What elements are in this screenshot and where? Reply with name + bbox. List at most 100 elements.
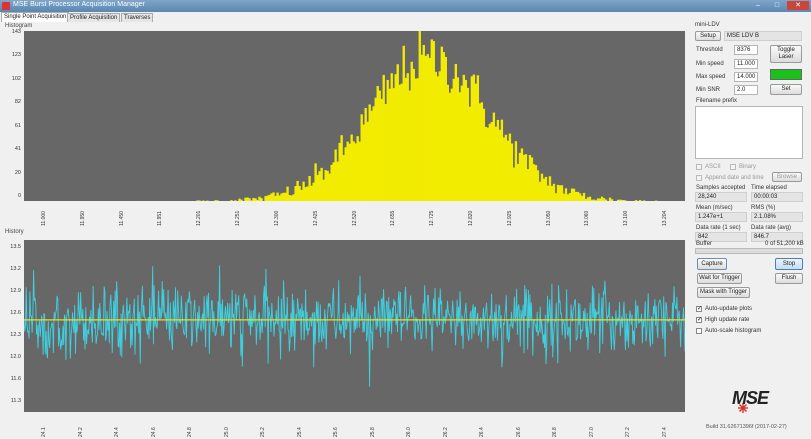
history-y-tick: 12.0 bbox=[10, 354, 21, 360]
histogram-bar bbox=[498, 129, 502, 201]
histogram-bar bbox=[288, 195, 291, 201]
browse-button[interactable]: Browse bbox=[772, 172, 802, 182]
histogram-bar bbox=[382, 74, 385, 201]
histogram-bar bbox=[244, 197, 247, 201]
history-x-tick: 25.6 bbox=[333, 427, 340, 437]
history-x-tick: 26.6 bbox=[515, 427, 522, 437]
histogram-bar bbox=[308, 176, 311, 201]
filename-prefix-input[interactable] bbox=[695, 106, 803, 159]
histogram-bar bbox=[408, 90, 411, 201]
binary-label: Binary bbox=[739, 164, 757, 170]
histogram-bar bbox=[302, 181, 305, 201]
flush-button[interactable]: Flush bbox=[775, 273, 803, 284]
histogram-bar bbox=[370, 110, 373, 201]
histogram-x-tick: 13.050 bbox=[545, 210, 552, 226]
history-x-tick: 27.2 bbox=[625, 427, 632, 437]
setup-button[interactable]: Setup bbox=[695, 31, 721, 41]
histogram-bar bbox=[574, 191, 578, 201]
histogram-bar bbox=[406, 73, 409, 201]
histogram-x-tick: 12.201 bbox=[196, 210, 203, 226]
histogram-bar bbox=[400, 83, 403, 201]
min-snr-input[interactable]: 2.0 bbox=[734, 85, 758, 95]
tab-profile[interactable]: Profile Acquisition bbox=[67, 13, 121, 22]
histogram-bar bbox=[608, 197, 612, 201]
history-chart bbox=[23, 265, 686, 387]
histogram-bar bbox=[314, 163, 317, 201]
high-update-rate-label: High update rate bbox=[705, 317, 750, 323]
histogram-bar bbox=[516, 163, 520, 201]
auto-update-checkbox[interactable]: ✓ bbox=[696, 306, 702, 312]
histogram-bar bbox=[332, 162, 335, 201]
device-group-label: mini-LDV bbox=[695, 22, 720, 28]
histogram-bar bbox=[384, 104, 387, 201]
histogram-bar bbox=[266, 195, 269, 201]
histogram-bar bbox=[360, 114, 363, 201]
histogram-y-tick: 82 bbox=[14, 99, 21, 106]
history-x-tick: 27.4 bbox=[662, 427, 668, 437]
histogram-bar bbox=[470, 76, 474, 201]
histogram-bar bbox=[250, 200, 253, 201]
history-y-tick: 12.9 bbox=[10, 288, 21, 294]
max-speed-input[interactable]: 14.000 bbox=[734, 72, 758, 82]
histogram-bar bbox=[578, 193, 582, 201]
minimize-button[interactable]: – bbox=[749, 1, 767, 10]
histogram-bar bbox=[312, 182, 315, 201]
histogram-bar bbox=[442, 52, 445, 201]
histogram-bar bbox=[552, 183, 556, 201]
auto-scale-checkbox[interactable] bbox=[696, 328, 702, 334]
histogram-bar bbox=[596, 198, 600, 201]
history-y-tick: 11.3 bbox=[10, 398, 21, 404]
histogram-plot[interactable] bbox=[24, 30, 685, 202]
histogram-bar bbox=[374, 97, 377, 201]
histogram-bar bbox=[390, 73, 393, 201]
histogram-x-tick: 12.251 bbox=[235, 210, 242, 226]
histogram-x-tick: 12.300 bbox=[273, 210, 280, 226]
maximize-button[interactable]: □ bbox=[768, 1, 786, 10]
histogram-bar bbox=[416, 78, 419, 201]
histogram-bar bbox=[474, 83, 478, 201]
histogram-bar bbox=[414, 78, 417, 201]
histogram-bar bbox=[412, 68, 415, 202]
toggle-laser-button[interactable]: Toggle Laser bbox=[770, 45, 802, 63]
histogram-bar bbox=[480, 102, 484, 201]
min-speed-input[interactable]: 11.000 bbox=[734, 59, 758, 69]
histogram-bar bbox=[336, 161, 339, 201]
close-button[interactable]: ✕ bbox=[787, 1, 809, 10]
tab-traverses[interactable]: Traverses bbox=[121, 13, 154, 22]
histogram-bar bbox=[322, 179, 325, 201]
laser-status-indicator bbox=[770, 69, 802, 80]
history-plot[interactable] bbox=[23, 240, 686, 412]
histogram-bar bbox=[524, 154, 528, 201]
stop-button[interactable]: Stop bbox=[775, 258, 803, 270]
mask-trigger-button[interactable]: Mask with Trigger bbox=[697, 287, 750, 298]
histogram-bar bbox=[386, 79, 389, 201]
histogram-bar bbox=[520, 148, 524, 201]
ascii-checkbox[interactable] bbox=[696, 164, 702, 170]
histogram-bar bbox=[254, 198, 257, 201]
high-update-rate-checkbox[interactable]: ✓ bbox=[696, 317, 702, 323]
histogram-bar bbox=[424, 55, 427, 202]
auto-update-label: Auto-update plots bbox=[705, 306, 753, 312]
device-name-field: MSE LDV B bbox=[724, 31, 802, 41]
histogram-bar bbox=[310, 185, 313, 201]
threshold-input[interactable]: 8376 bbox=[734, 45, 758, 55]
binary-checkbox[interactable] bbox=[730, 164, 736, 170]
histogram-x-tick: 12.725 bbox=[429, 210, 436, 226]
histogram-bar bbox=[356, 136, 359, 201]
histogram-y-tick: 143 bbox=[11, 29, 21, 35]
history-x-tick: 25.2 bbox=[260, 427, 267, 437]
wait-trigger-button[interactable]: Wait for Trigger bbox=[697, 273, 742, 284]
histogram-x-tick: 12.520 bbox=[351, 210, 358, 226]
append-date-checkbox[interactable] bbox=[696, 175, 702, 181]
histogram-bar bbox=[202, 200, 205, 201]
capture-button[interactable]: Capture bbox=[697, 258, 727, 270]
tab-single-point[interactable]: Single Point Acquisition bbox=[1, 12, 70, 22]
histogram-bar bbox=[466, 87, 470, 201]
set-button[interactable]: Set bbox=[770, 84, 802, 95]
histogram-bar bbox=[350, 134, 353, 201]
histogram-bar bbox=[526, 169, 530, 201]
histogram-bar bbox=[540, 173, 544, 201]
history-x-tick: 24.6 bbox=[150, 427, 157, 437]
min-speed-label: Min speed bbox=[696, 61, 724, 67]
histogram-bar bbox=[558, 185, 562, 201]
